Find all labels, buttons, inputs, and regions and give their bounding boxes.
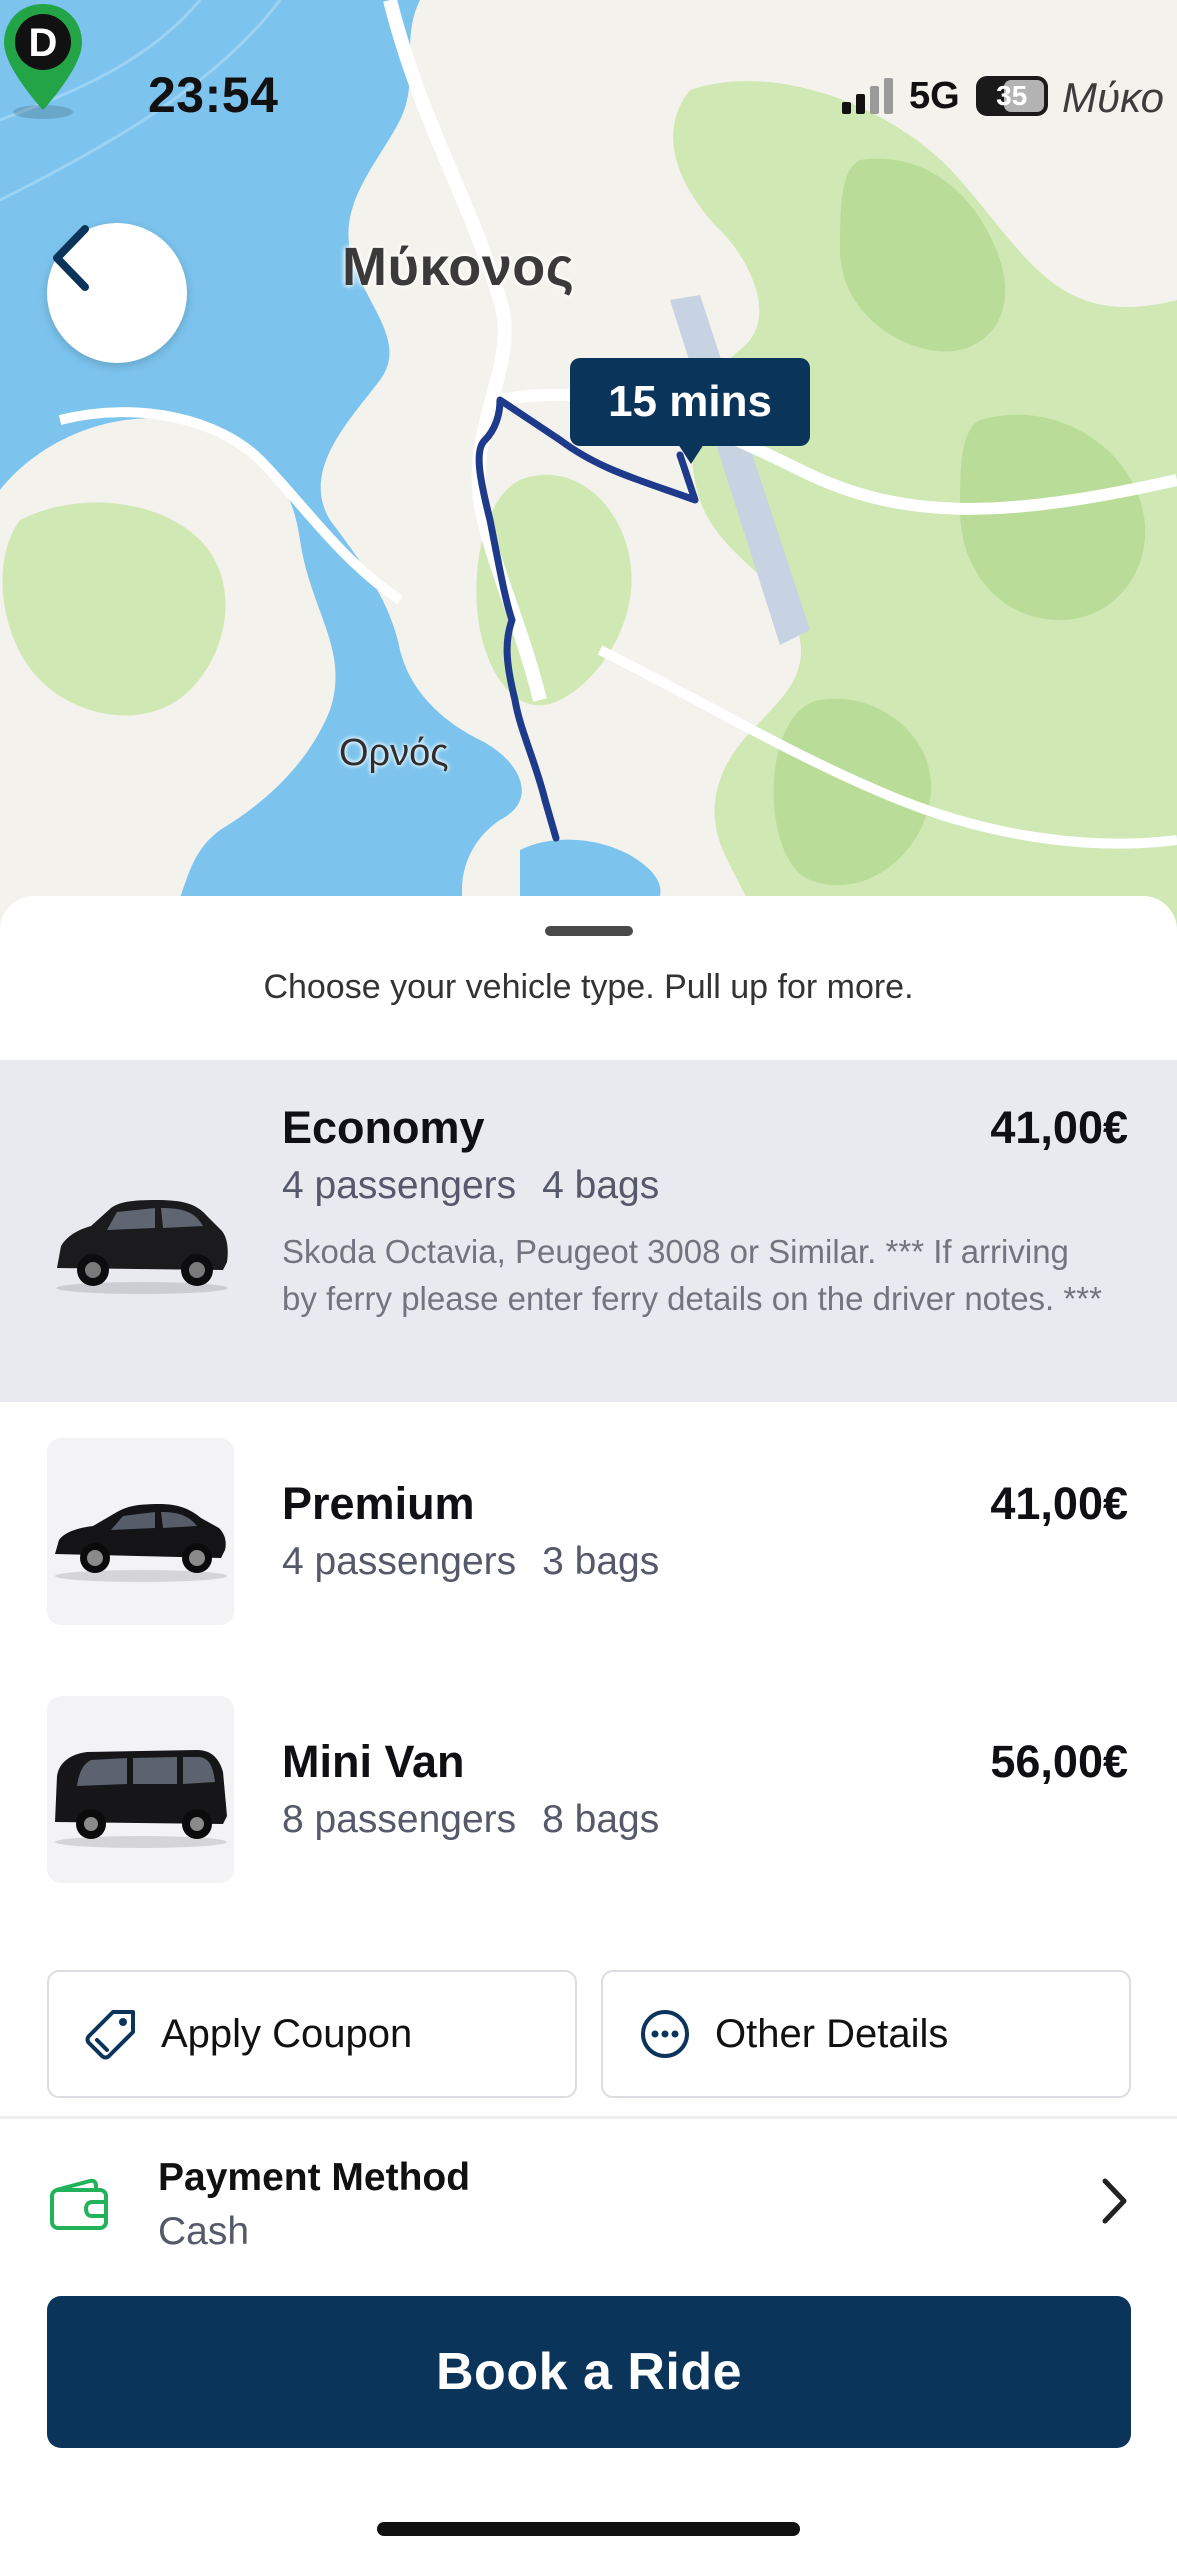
route-map[interactable]: 23:54 5G 35 Μύκο Μύκονος Ορνός 15 mins D (0, 0, 1177, 930)
vehicle-option-premium[interactable]: Premium 41,00€ 4 passengers 3 bags (0, 1436, 1177, 1626)
vehicle-capacity: 8 passengers 8 bags (282, 1798, 659, 1842)
action-buttons: Apply Coupon Other Details (47, 1970, 1131, 2098)
pin-label: D (29, 21, 58, 65)
vehicle-passengers: 4 passengers (282, 1540, 517, 1583)
vehicle-option-mini-van[interactable]: Mini Van 56,00€ 8 passengers 8 bags (0, 1694, 1177, 1884)
network-type: 5G (909, 74, 960, 117)
vehicle-bags: 3 bags (542, 1540, 660, 1583)
vehicle-sheet: Choose your vehicle type. Pull up for mo… (0, 896, 1177, 2560)
section-divider (0, 2116, 1177, 2119)
apply-coupon-label: Apply Coupon (161, 2011, 413, 2056)
apply-coupon-button[interactable]: Apply Coupon (47, 1970, 577, 2098)
status-indicators: 5G 35 (842, 72, 1048, 120)
vehicle-bags: 8 bags (542, 1798, 660, 1841)
wallet-icon (50, 2178, 108, 2230)
map-canvas (0, 0, 1177, 930)
home-indicator[interactable] (377, 2522, 800, 2536)
vehicle-capacity: 4 passengers 3 bags (282, 1540, 659, 1584)
sheet-drag-handle[interactable] (545, 926, 633, 936)
vehicle-capacity: 4 passengers 4 bags (282, 1164, 659, 1208)
map-town-label-edge: Μύκο (1062, 74, 1164, 121)
vehicle-name: Economy (282, 1102, 485, 1153)
vehicle-bags: 4 bags (542, 1164, 660, 1207)
van-car-image (47, 1696, 234, 1883)
more-horizontal-icon (641, 2010, 689, 2058)
chevron-left-icon (53, 225, 89, 291)
payment-method-value: Cash (158, 2210, 250, 2253)
vehicle-price: 41,00€ (990, 1478, 1128, 1529)
vehicle-passengers: 4 passengers (282, 1164, 517, 1207)
back-button[interactable] (47, 223, 187, 363)
battery-icon: 35 (975, 76, 1048, 116)
eta-bubble: 15 mins (570, 358, 810, 446)
chevron-right-icon (1102, 2178, 1127, 2224)
vehicle-name: Mini Van (282, 1736, 465, 1787)
sheet-hint: Choose your vehicle type. Pull up for mo… (263, 968, 914, 1006)
vehicle-option-economy[interactable]: Economy 41,00€ 4 passengers 4 bags Skoda… (0, 1060, 1177, 1402)
payment-method-title: Payment Method (158, 2156, 471, 2199)
sedan-car-image (47, 1438, 234, 1625)
vehicle-price: 56,00€ (990, 1736, 1128, 1787)
map-town-label-mykonos: Μύκονος (342, 237, 575, 297)
destination-pin-icon[interactable]: D (0, 0, 86, 120)
tag-icon (85, 2010, 135, 2060)
book-ride-button[interactable]: Book a Ride (47, 2296, 1131, 2448)
map-town-label-ornos: Ορνός (339, 732, 449, 774)
cellular-signal-icon (842, 78, 893, 114)
other-details-button[interactable]: Other Details (601, 1970, 1131, 2098)
vehicle-price: 41,00€ (990, 1102, 1128, 1153)
other-details-label: Other Details (715, 2011, 949, 2056)
status-time: 23:54 (148, 67, 279, 123)
vehicle-name: Premium (282, 1478, 475, 1529)
suv-car-image (47, 1138, 234, 1325)
vehicle-description: Skoda Octavia, Peugeot 3008 or Similar. … (282, 1233, 1102, 1317)
payment-method-row[interactable]: Payment Method Cash (0, 2136, 1177, 2266)
vehicle-passengers: 8 passengers (282, 1798, 517, 1841)
battery-level: 35 (996, 80, 1028, 111)
eta-bubble-pointer (678, 444, 704, 464)
